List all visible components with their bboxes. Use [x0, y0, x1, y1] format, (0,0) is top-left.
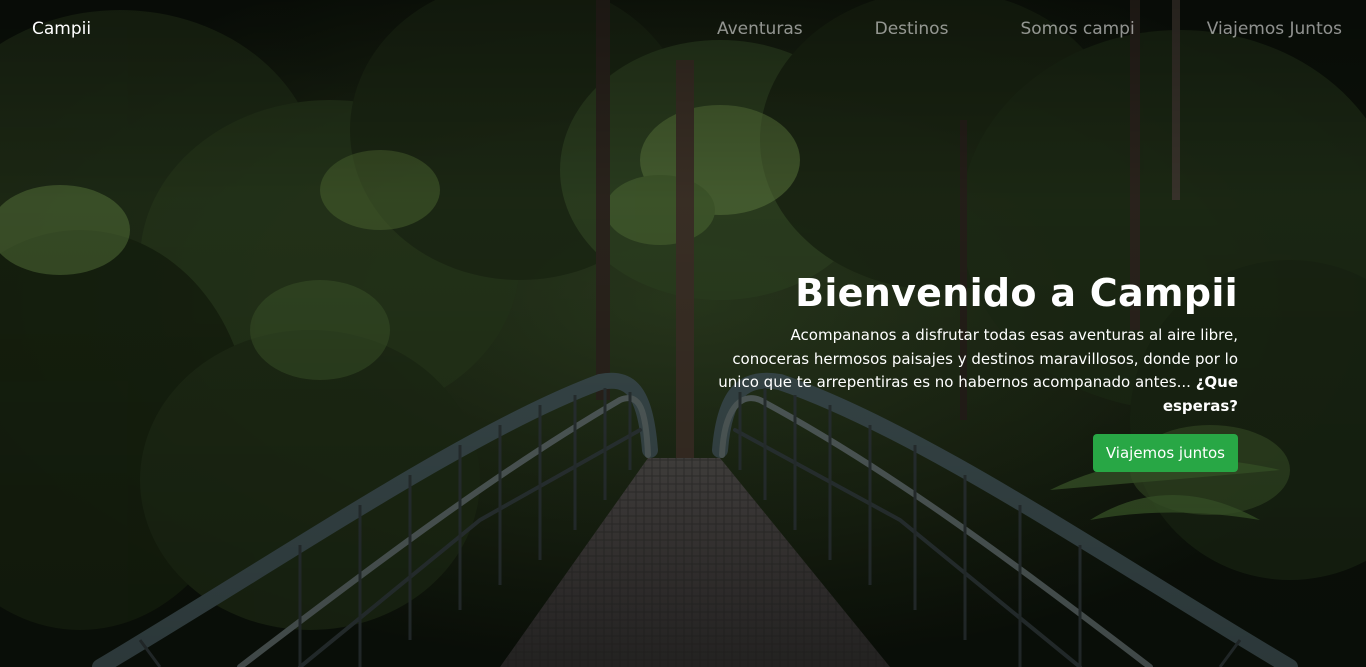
hero-section: Campii Aventuras Destinos Somos campi Vi… — [0, 0, 1366, 667]
nav-link-aventuras[interactable]: Aventuras — [717, 19, 803, 39]
hero-description-text: Acompananos a disfrutar todas esas avent… — [718, 326, 1238, 391]
viajemos-juntos-button[interactable]: Viajemos juntos — [1092, 434, 1238, 472]
navbar: Campii Aventuras Destinos Somos campi Vi… — [0, 0, 1366, 60]
nav-link-somos-campi[interactable]: Somos campi — [1020, 19, 1134, 39]
brand-logo-link[interactable]: Campii — [32, 19, 91, 39]
nav-link-viajemos-juntos[interactable]: Viajemos Juntos — [1207, 19, 1342, 39]
hero-title: Bienvenido a Campii — [795, 271, 1238, 315]
hero-content: Bienvenido a Campii Acompananos a disfru… — [718, 270, 1238, 472]
nav-link-destinos[interactable]: Destinos — [875, 19, 949, 39]
hero-description: Acompananos a disfrutar todas esas avent… — [718, 324, 1238, 418]
nav-links: Aventuras Destinos Somos campi Viajemos … — [717, 19, 1342, 39]
